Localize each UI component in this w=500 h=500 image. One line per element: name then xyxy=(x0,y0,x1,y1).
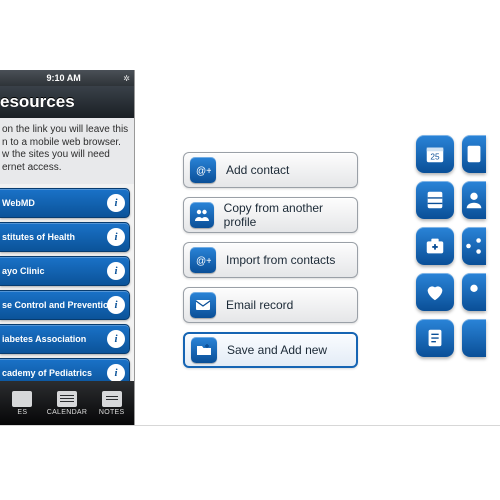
heart-icon[interactable] xyxy=(416,273,454,311)
at-plus-icon: @+ xyxy=(190,157,216,183)
tab-label: CALENDAR xyxy=(47,409,88,416)
svg-text:25: 25 xyxy=(430,153,440,162)
info-icon[interactable]: i xyxy=(107,262,125,280)
at-plus-icon: @+ xyxy=(190,247,216,273)
status-bar: 9:10 AM ✲ xyxy=(0,70,134,86)
info-icon[interactable]: i xyxy=(107,228,125,246)
folder-plus-icon xyxy=(191,337,217,363)
medkit-icon[interactable] xyxy=(416,227,454,265)
tab-bar: ES CALENDAR NOTES xyxy=(0,381,134,425)
status-time: 9:10 AM xyxy=(47,73,81,83)
share-icon[interactable] xyxy=(462,227,486,265)
resource-label: se Control and Prevention xyxy=(2,300,114,310)
add-contact-button[interactable]: @+ Add contact xyxy=(183,152,358,188)
tab-calendar[interactable]: CALENDAR xyxy=(45,381,90,425)
resource-label: iabetes Association xyxy=(2,334,86,344)
resource-label: ayo Clinic xyxy=(2,266,45,276)
blank-icon[interactable] xyxy=(462,319,486,357)
resource-label: WebMD xyxy=(2,198,35,208)
resource-item[interactable]: iabetes Association i xyxy=(0,324,130,354)
button-label: Email record xyxy=(226,298,293,312)
icon-grid: 25 xyxy=(416,135,500,357)
bluetooth-icon: ✲ xyxy=(123,74,130,83)
person-icon[interactable] xyxy=(462,273,486,311)
button-label: Copy from another profile xyxy=(224,201,347,229)
info-icon[interactable]: i xyxy=(107,194,125,212)
resource-item[interactable]: ayo Clinic i xyxy=(0,256,130,286)
copy-profile-button[interactable]: Copy from another profile xyxy=(183,197,358,233)
notes-icon[interactable] xyxy=(416,319,454,357)
resource-item[interactable]: se Control and Prevention i xyxy=(0,290,130,320)
clipboard-icon[interactable] xyxy=(462,135,486,173)
tab-notes[interactable]: NOTES xyxy=(89,381,134,425)
files-icon xyxy=(12,391,32,407)
calendar-icon xyxy=(57,391,77,407)
svg-text:@+: @+ xyxy=(196,166,211,177)
instructions-text: on the link you will leave this n to a m… xyxy=(0,118,134,184)
button-label: Add contact xyxy=(226,163,289,177)
separator xyxy=(0,425,500,426)
svg-text:@+: @+ xyxy=(196,256,211,267)
user-icon[interactable] xyxy=(462,181,486,219)
tab-label: ES xyxy=(17,409,27,416)
import-contacts-button[interactable]: @+ Import from contacts xyxy=(183,242,358,278)
info-icon[interactable]: i xyxy=(107,364,125,382)
people-icon xyxy=(190,202,214,228)
button-label: Import from contacts xyxy=(226,253,335,267)
info-icon[interactable]: i xyxy=(107,296,125,314)
nav-title: esources xyxy=(0,86,134,118)
resource-item[interactable]: stitutes of Health i xyxy=(0,222,130,252)
phone-screen: 9:10 AM ✲ esources on the link you will … xyxy=(0,70,135,425)
button-label: Save and Add new xyxy=(227,343,327,357)
notes-icon xyxy=(102,391,122,407)
resource-item[interactable]: WebMD i xyxy=(0,188,130,218)
resource-label: cademy of Pediatrics xyxy=(2,368,92,378)
resource-list: WebMD i stitutes of Health i ayo Clinic … xyxy=(0,188,134,388)
cabinet-icon[interactable] xyxy=(416,181,454,219)
info-icon[interactable]: i xyxy=(107,330,125,348)
save-add-new-button[interactable]: Save and Add new xyxy=(183,332,358,368)
action-button-list: @+ Add contact Copy from another profile… xyxy=(183,152,358,377)
tab-files[interactable]: ES xyxy=(0,381,45,425)
email-record-button[interactable]: Email record xyxy=(183,287,358,323)
tab-label: NOTES xyxy=(99,409,125,416)
calendar-icon[interactable]: 25 xyxy=(416,135,454,173)
envelope-icon xyxy=(190,292,216,318)
resource-label: stitutes of Health xyxy=(2,232,75,242)
